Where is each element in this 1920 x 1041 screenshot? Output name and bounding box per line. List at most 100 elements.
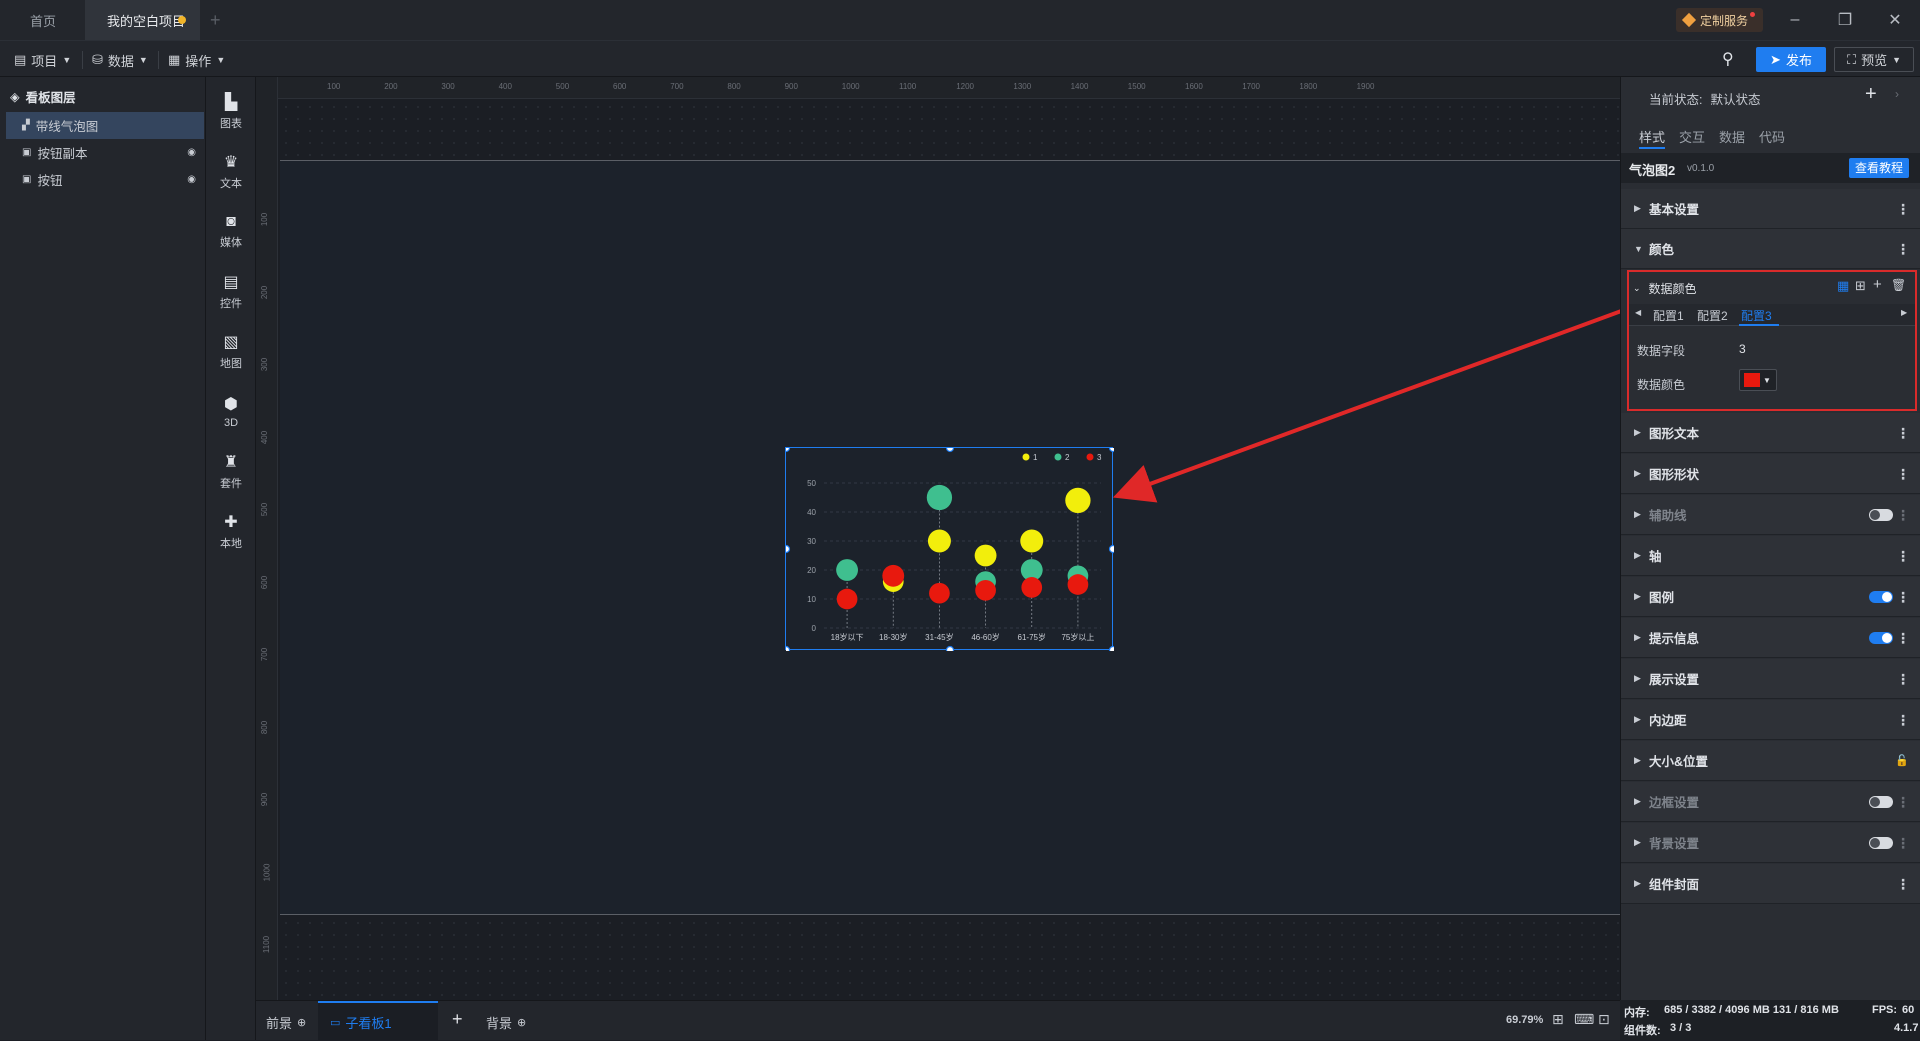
field-input[interactable]: 3 [1739, 342, 1746, 356]
section-9[interactable]: ▶ 大小&位置 🔓 [1621, 741, 1920, 781]
section-basic-settings[interactable]: ▶ 基本设置 ⋮ [1621, 189, 1920, 229]
more-icon[interactable]: ⋮ [1896, 508, 1910, 522]
chevron-right-icon[interactable]: › [1895, 87, 1899, 101]
publish-button[interactable]: ➤ 发布 [1756, 47, 1826, 72]
add-state-button[interactable]: + [1865, 83, 1877, 106]
section-label: 大小&位置 [1649, 755, 1709, 769]
layout-icon[interactable]: ⊞ [1855, 278, 1866, 294]
caret-right-icon[interactable]: ▶ [1901, 308, 1907, 317]
add-board-button[interactable]: + [452, 1009, 463, 1030]
data-color-header[interactable]: ⌄ 数据颜色 [1633, 280, 1697, 297]
current-state: 当前状态: 默认状态 [1649, 93, 1761, 107]
close-icon[interactable]: ✕ [1870, 0, 1920, 40]
color-picker[interactable]: ▼ [1739, 369, 1777, 391]
component-puzzle[interactable]: ✚ 本地 [206, 503, 256, 559]
unlock-icon[interactable]: 🔓 [1895, 754, 1909, 767]
more-icon[interactable]: ⋮ [1896, 242, 1910, 256]
background-tab[interactable]: 背景 ⊕ [486, 1013, 526, 1032]
tab-my-project[interactable]: 我的空白项目 [85, 0, 200, 40]
toggle-switch[interactable] [1869, 631, 1893, 644]
hidden-eye-icon[interactable]: ◉ [187, 174, 196, 185]
add-circle-icon[interactable]: ⊕ [517, 1016, 526, 1029]
component-camera[interactable]: ◙ 媒体 [206, 203, 256, 259]
tab-style[interactable]: 样式 [1639, 127, 1665, 146]
bubble-chart-widget[interactable]: 0 10 20 30 40 50 18岁以下 18-30岁 31-45岁 46-60岁 61-75岁… [785, 447, 1114, 651]
operation-menu-button[interactable]: ▦ 操作 ▼ [168, 49, 225, 71]
ruler-label: 1000 [262, 863, 272, 881]
section-10[interactable]: ▶ 边框设置 ⋮ [1621, 782, 1920, 822]
section-4[interactable]: ▶ 轴 ⋮ [1621, 536, 1920, 576]
config-tab-3[interactable]: 配置3 [1741, 307, 1772, 324]
ruler-label: 1400 [1070, 82, 1089, 91]
fit-screen-icon[interactable]: ⊞ [1552, 1011, 1564, 1028]
toggle-switch[interactable] [1869, 795, 1893, 808]
layer-item-bubble-chart[interactable]: ▞ 带线气泡图 [6, 112, 204, 139]
toggle-switch[interactable] [1869, 836, 1893, 849]
caret-left-icon[interactable]: ◀ [1635, 308, 1641, 317]
section-5[interactable]: ▶ 图例 ⋮ [1621, 577, 1920, 617]
more-icon[interactable]: ⋮ [1896, 549, 1910, 563]
more-icon[interactable]: ⋮ [1896, 467, 1910, 481]
component-bar-chart[interactable]: ▙ 图表 [206, 83, 256, 139]
config-tab-1[interactable]: 配置1 [1653, 307, 1684, 324]
zoom-level[interactable]: 69.79% [1506, 1014, 1543, 1026]
more-icon[interactable]: ⋮ [1896, 202, 1910, 216]
section-1[interactable]: ▶ 图形文本 ⋮ [1621, 413, 1920, 453]
terminal-icon[interactable]: ⊡ [1598, 1011, 1610, 1028]
crown-text-icon: ♛ [223, 153, 239, 171]
more-icon[interactable]: ⋮ [1896, 672, 1910, 686]
toggle-switch[interactable] [1869, 590, 1893, 603]
x-tick-label: 46-60岁 [971, 632, 999, 642]
tab-code[interactable]: 代码 [1759, 127, 1785, 146]
minimize-icon[interactable]: – [1770, 0, 1820, 40]
more-icon[interactable]: ⋮ [1896, 426, 1910, 440]
add-circle-icon[interactable]: ⊕ [297, 1016, 306, 1029]
keyboard-icon[interactable]: ⌨ [1574, 1011, 1594, 1028]
more-icon[interactable]: ⋮ [1896, 877, 1910, 891]
component-control[interactable]: ▤ 控件 [206, 263, 256, 319]
table-icon[interactable]: ▦ [1837, 278, 1849, 294]
subboard-tab[interactable]: ▭ 子看板1 [318, 1001, 438, 1041]
tab-home[interactable]: 首页 [0, 0, 85, 40]
section-3[interactable]: ▶ 辅助线 ⋮ [1621, 495, 1920, 535]
search-icon[interactable]: ⚲ [1722, 49, 1734, 69]
tab-interaction[interactable]: 交互 [1679, 127, 1705, 146]
section-7[interactable]: ▶ 展示设置 ⋮ [1621, 659, 1920, 699]
more-icon[interactable]: ⋮ [1896, 836, 1910, 850]
x-tick-label: 61-75岁 [1018, 632, 1046, 642]
trash-icon[interactable]: 🗑 [1891, 278, 1906, 292]
caret-right-icon: ▶ [1634, 755, 1641, 765]
restore-icon[interactable]: ❐ [1820, 0, 1870, 40]
section-12[interactable]: ▶ 组件封面 ⋮ [1621, 864, 1920, 904]
section-11[interactable]: ▶ 背景设置 ⋮ [1621, 823, 1920, 863]
add-icon[interactable]: + [1873, 276, 1882, 293]
component-cube[interactable]: ⬢ 3D [206, 383, 256, 439]
more-icon[interactable]: ⋮ [1896, 713, 1910, 727]
config-tab-2[interactable]: 配置2 [1697, 307, 1728, 324]
tab-data[interactable]: 数据 [1719, 127, 1745, 146]
component-shirt[interactable]: ♜ 套件 [206, 443, 256, 499]
preview-button[interactable]: ⛶ 预览 ▼ [1834, 47, 1914, 72]
hidden-eye-icon[interactable]: ◉ [187, 147, 196, 158]
more-icon[interactable]: ⋮ [1896, 631, 1910, 645]
component-map[interactable]: ▧ 地图 [206, 323, 256, 379]
component-crown-text[interactable]: ♛ 文本 [206, 143, 256, 199]
foreground-tab[interactable]: 前景 ⊕ [266, 1013, 306, 1032]
data-menu-button[interactable]: ⛁ 数据 ▼ [92, 49, 148, 71]
section-8[interactable]: ▶ 内边距 ⋮ [1621, 700, 1920, 740]
ruler-label: 100 [260, 212, 270, 227]
resize-handle [1108, 448, 1114, 453]
toggle-switch[interactable] [1869, 508, 1893, 521]
section-2[interactable]: ▶ 图形形状 ⋮ [1621, 454, 1920, 494]
layer-item-button-copy[interactable]: ▣ 按钮副本 ◉ [6, 139, 204, 166]
project-menu-button[interactable]: ▤ 项目 ▼ [14, 49, 71, 71]
tutorial-button[interactable]: 查看教程 [1849, 158, 1909, 178]
section-6[interactable]: ▶ 提示信息 ⋮ [1621, 618, 1920, 658]
section-color[interactable]: ▼ 颜色 ⋮ [1621, 229, 1920, 269]
custom-service-button[interactable]: 定制服务 [1676, 8, 1764, 32]
layer-item-button[interactable]: ▣ 按钮 ◉ [6, 166, 204, 193]
more-icon[interactable]: ⋮ [1896, 590, 1910, 604]
more-icon[interactable]: ⋮ [1896, 795, 1910, 809]
ruler-label: 800 [260, 720, 270, 734]
new-tab-button[interactable]: + [210, 10, 221, 31]
